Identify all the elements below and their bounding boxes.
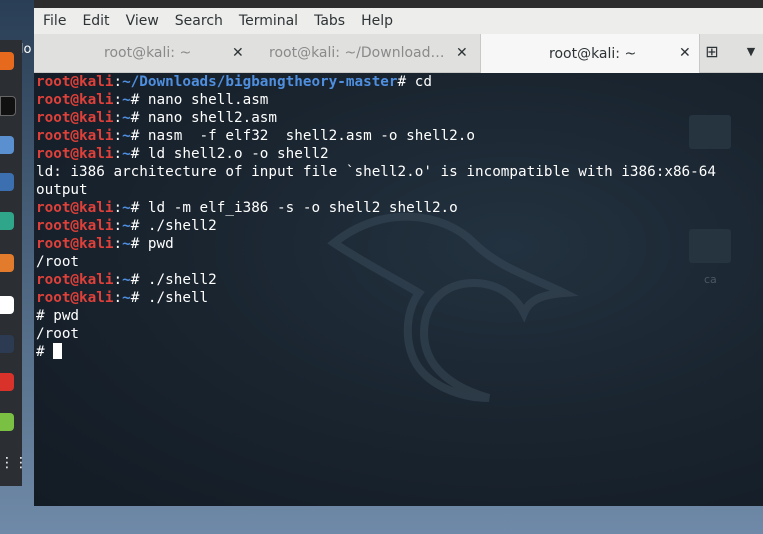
terminal-line: root@kali:~# ./shell: [36, 289, 716, 307]
command-text: # ./shell2: [130, 272, 217, 288]
prompt-user: root@kali: [36, 218, 114, 234]
close-icon[interactable]: ✕: [232, 45, 244, 61]
output-text: /root: [36, 326, 80, 342]
output-text: ld: i386 architecture of input file `she…: [36, 164, 716, 180]
menu-view[interactable]: View: [118, 8, 167, 34]
tab-label: root@kali: ~/Downloads...: [269, 45, 449, 61]
leafpad-icon[interactable]: [0, 413, 14, 431]
menu-terminal[interactable]: Terminal: [231, 8, 306, 34]
output-text: /root: [36, 254, 80, 270]
command-text: # nano shell.asm: [130, 92, 269, 108]
prompt-path: ~: [122, 200, 131, 216]
tab-label: root@kali: ~: [104, 45, 192, 61]
tab-3[interactable]: root@kali: ~ ✕: [480, 34, 700, 73]
prompt-separator: :: [113, 272, 123, 288]
burpsuite-icon[interactable]: [0, 254, 14, 272]
prompt-path: ~: [122, 110, 131, 126]
terminal-line: /root: [36, 325, 716, 343]
prompt-path: ~: [122, 218, 131, 234]
text-cursor: [53, 343, 63, 359]
output-text: #: [36, 344, 54, 360]
prompt-path: ~: [122, 272, 131, 288]
prompt-user: root@kali: [36, 236, 114, 252]
prompt-separator: :: [113, 128, 123, 144]
command-text: # nano shell2.asm: [130, 110, 278, 126]
command-text: # pwd: [130, 236, 174, 252]
command-text: # ld -m elf_i386 -s -o shell2 shell2.o: [130, 200, 458, 216]
prompt-path: ~: [122, 290, 131, 306]
terminal-line: root@kali:~# ./shell2: [36, 271, 716, 289]
command-text: # ./shell: [130, 290, 209, 306]
terminal-line: root@kali:~# nasm -f elf32 shell2.asm -o…: [36, 127, 716, 145]
prompt-path: ~: [122, 236, 131, 252]
close-icon[interactable]: ✕: [456, 45, 468, 61]
menu-file[interactable]: File: [34, 8, 74, 34]
title-bar: [34, 0, 763, 8]
prompt-separator: :: [113, 218, 123, 234]
menu-tabs[interactable]: Tabs: [306, 8, 353, 34]
prompt-user: root@kali: [36, 128, 114, 144]
terminal-line: root@kali:~# pwd: [36, 235, 716, 253]
prompt-separator: :: [113, 146, 123, 162]
prompt-path: ~: [122, 92, 131, 108]
prompt-separator: :: [113, 236, 123, 252]
terminal-window: File Edit View Search Terminal Tabs Help…: [34, 0, 763, 506]
output-text: output: [36, 182, 88, 198]
tab-1[interactable]: root@kali: ~ ✕: [34, 34, 256, 72]
terminal-line: #: [36, 343, 716, 361]
prompt-path: ~: [122, 128, 131, 144]
terminal-line: root@kali:~# nano shell.asm: [36, 91, 716, 109]
output-text: # pwd: [36, 308, 80, 324]
dock: ⋮⋮: [0, 40, 28, 486]
prompt-user: root@kali: [36, 110, 114, 126]
show-apps-icon[interactable]: ⋮⋮: [0, 454, 28, 472]
terminal-line: /root: [36, 253, 716, 271]
prompt-path: ~/Downloads/bigbangtheory-master: [122, 74, 398, 90]
chevron-down-icon[interactable]: ▼: [743, 42, 759, 62]
prompt-user: root@kali: [36, 200, 114, 216]
prompt-separator: :: [113, 290, 123, 306]
command-text: # cd: [397, 74, 432, 90]
terminal-output[interactable]: ca root@kali:~/Downloads/bigbangtheory-m…: [34, 73, 763, 506]
prompt-path: ~: [122, 146, 131, 162]
beef-icon[interactable]: [0, 335, 14, 353]
command-text: # nasm -f elf32 shell2.asm -o shell2.o: [130, 128, 475, 144]
prompt-user: root@kali: [36, 92, 114, 108]
terminal-lines: root@kali:~/Downloads/bigbangtheory-mast…: [36, 73, 716, 361]
prompt-user: root@kali: [36, 272, 114, 288]
command-text: # ./shell2: [130, 218, 217, 234]
tab-label: root@kali: ~: [549, 45, 637, 62]
terminal-line: root@kali:~# ld shell2.o -o shell2: [36, 145, 716, 163]
armitage-icon[interactable]: [0, 212, 14, 230]
prompt-separator: :: [113, 110, 123, 126]
new-tab-icon[interactable]: ⊞: [702, 42, 722, 62]
menu-edit[interactable]: Edit: [74, 8, 117, 34]
files-icon[interactable]: [0, 136, 14, 154]
menu-search[interactable]: Search: [167, 8, 231, 34]
prompt-separator: :: [113, 92, 123, 108]
tab-2[interactable]: root@kali: ~/Downloads... ✕: [256, 34, 480, 72]
menu-help[interactable]: Help: [353, 8, 401, 34]
close-icon[interactable]: ✕: [679, 45, 691, 61]
terminal-line: root@kali:~# ld -m elf_i386 -s -o shell2…: [36, 199, 716, 217]
prompt-user: root@kali: [36, 74, 114, 90]
menu-bar: File Edit View Search Terminal Tabs Help: [34, 8, 763, 34]
terminal-line: ld: i386 architecture of input file `she…: [36, 163, 716, 181]
command-text: # ld shell2.o -o shell2: [130, 146, 329, 162]
tab-bar: root@kali: ~ ✕ root@kali: ~/Downloads...…: [34, 34, 763, 73]
prompt-user: root@kali: [36, 290, 114, 306]
metasploit-icon[interactable]: [0, 173, 14, 191]
terminal-line: root@kali:~# nano shell2.asm: [36, 109, 716, 127]
prompt-separator: :: [113, 200, 123, 216]
faraday-icon[interactable]: [0, 373, 14, 391]
terminal-icon[interactable]: [0, 96, 16, 116]
prompt-separator: :: [113, 74, 123, 90]
terminal-line: # pwd: [36, 307, 716, 325]
prompt-user: root@kali: [36, 146, 114, 162]
terminal-line: root@kali:~# ./shell2: [36, 217, 716, 235]
firefox-icon[interactable]: [0, 52, 14, 70]
maltego-icon[interactable]: [0, 296, 14, 314]
terminal-line: output: [36, 181, 716, 199]
terminal-line: root@kali:~/Downloads/bigbangtheory-mast…: [36, 73, 716, 91]
